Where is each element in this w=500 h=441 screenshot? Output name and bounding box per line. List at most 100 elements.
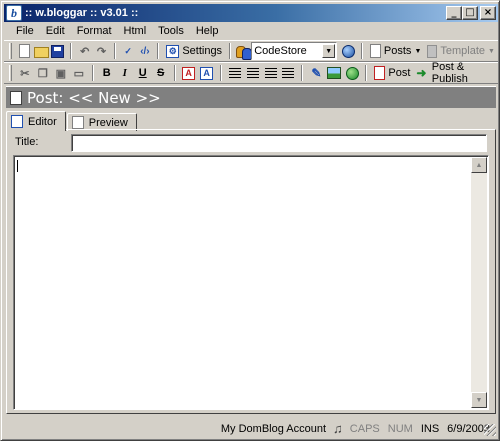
settings-button[interactable]: ⚙ Settings (163, 42, 225, 60)
align-right-button[interactable] (263, 64, 279, 82)
toolbar-separator (157, 43, 160, 59)
spellcheck-button[interactable]: ✓ (121, 42, 136, 60)
font-color-button[interactable]: A (181, 64, 197, 82)
close-button[interactable]: × (480, 6, 496, 20)
underline-button[interactable]: U (135, 64, 151, 82)
vertical-scrollbar[interactable]: ▲ ▼ (471, 157, 487, 408)
status-bar: My DomBlog Account ♫ CAPS NUM INS 6/9/20… (4, 419, 498, 438)
new-document-icon (18, 44, 30, 58)
post-label: Post (388, 67, 411, 79)
redo-button[interactable]: ↷ (94, 42, 109, 60)
image-icon (327, 67, 342, 79)
comment-icon: ▭ (73, 67, 84, 80)
resize-grip[interactable] (484, 424, 496, 436)
status-num: NUM (387, 422, 413, 435)
post-publish-button[interactable]: ➜ Post & Publish (413, 61, 498, 85)
toolbar-separator (360, 43, 363, 59)
posts-icon (369, 44, 381, 58)
bold-button[interactable]: B (99, 64, 115, 82)
template-button[interactable]: Template ▼ (424, 42, 498, 60)
align-center-icon (246, 67, 259, 79)
open-button[interactable] (33, 42, 49, 60)
open-folder-icon (33, 47, 49, 58)
copy-button[interactable]: ❐ (35, 64, 51, 82)
posts-label: Posts (383, 45, 412, 57)
link-icon: ✎ (311, 66, 322, 80)
font-style-button[interactable]: A (199, 64, 215, 82)
html-tags-button[interactable]: ‹/› (138, 42, 153, 60)
menu-edit[interactable]: Edit (40, 25, 71, 37)
status-ins: INS (420, 422, 440, 435)
insert-link-button[interactable]: ✎ (308, 64, 324, 82)
italic-button[interactable]: I (117, 64, 133, 82)
align-left-button[interactable] (227, 64, 243, 82)
cut-button[interactable]: ✂ (17, 64, 33, 82)
menu-help[interactable]: Help (190, 25, 225, 37)
title-label: Title: (15, 136, 39, 148)
globe-icon (345, 66, 359, 80)
browse-web-button[interactable] (344, 64, 360, 82)
post-body-editor[interactable]: ▲ ▼ (13, 155, 489, 410)
tab-preview-label: Preview (88, 116, 128, 129)
app-icon[interactable]: b (6, 5, 22, 21)
menu-html[interactable]: Html (118, 25, 153, 37)
save-button[interactable] (51, 42, 66, 60)
post-icon (374, 66, 386, 80)
account-select[interactable]: CodeStore ▼ (251, 42, 338, 60)
toolbar-grip[interactable] (9, 65, 12, 81)
editor-icon (11, 115, 23, 128)
status-caps: CAPS (349, 422, 380, 435)
minimize-button[interactable]: _ (446, 6, 462, 20)
toolbar-separator (113, 43, 116, 59)
menu-file[interactable]: File (10, 25, 40, 37)
title-field[interactable] (71, 134, 487, 152)
posts-button[interactable]: Posts ▼ (367, 42, 424, 60)
toolbar-separator (173, 65, 176, 81)
post-header: Post: << New >> (6, 86, 496, 108)
template-icon (427, 44, 438, 58)
toolbar-separator (219, 65, 222, 81)
chevron-down-icon[interactable]: ▼ (414, 48, 421, 55)
font-color-icon: A (182, 66, 196, 80)
justify-button[interactable] (280, 64, 296, 82)
scroll-up-button[interactable]: ▲ (471, 157, 487, 173)
insert-comment-button[interactable]: ▭ (71, 64, 87, 82)
menu-format[interactable]: Format (71, 25, 118, 37)
undo-button[interactable]: ↶ (77, 42, 92, 60)
app-window: b :: w.bloggar :: v3.01 :: _ □ × File Ed… (0, 0, 500, 441)
redo-icon: ↷ (96, 45, 107, 58)
toolbar-separator (301, 65, 304, 81)
accounts-icon (235, 45, 253, 60)
insert-image-button[interactable] (326, 64, 342, 82)
post-document-icon (10, 90, 22, 105)
font-style-icon: A (200, 66, 214, 80)
toolbar-separator (365, 65, 368, 81)
align-center-button[interactable] (245, 64, 261, 82)
toolbar-separator (229, 43, 232, 59)
maximize-button[interactable]: □ (462, 6, 478, 20)
new-post-button[interactable] (17, 42, 32, 60)
paste-button[interactable]: ▣ (53, 64, 69, 82)
post-button[interactable]: Post (371, 64, 413, 82)
tab-editor-label: Editor (28, 115, 57, 128)
strikethrough-button[interactable]: S (153, 64, 169, 82)
spellcheck-icon: ✓ (124, 45, 132, 56)
main-toolbar: ↶ ↷ ✓ ‹/› ⚙ Settings CodeStore ▼ Posts ▼… (4, 40, 498, 62)
save-disk-icon (51, 44, 65, 58)
scroll-down-button[interactable]: ▼ (471, 392, 487, 408)
chevron-down-icon[interactable]: ▼ (488, 48, 495, 55)
settings-icon: ⚙ (166, 44, 180, 58)
post-publish-icon: ➜ (416, 66, 427, 80)
menu-tools[interactable]: Tools (152, 25, 190, 37)
editor-panel: Title: ▲ ▼ (6, 129, 496, 414)
account-select-value: CodeStore (254, 45, 307, 57)
refresh-account-button[interactable] (341, 42, 356, 60)
toolbar-grip[interactable] (9, 43, 12, 59)
align-right-icon (264, 67, 277, 79)
code-tags-icon: ‹/› (140, 45, 150, 57)
chevron-down-icon[interactable]: ▼ (322, 44, 336, 58)
title-bar[interactable]: b :: w.bloggar :: v3.01 :: _ □ × (4, 4, 498, 22)
music-note-icon: ♫ (333, 421, 343, 436)
undo-icon: ↶ (80, 45, 90, 58)
tab-editor[interactable]: Editor (6, 111, 66, 131)
